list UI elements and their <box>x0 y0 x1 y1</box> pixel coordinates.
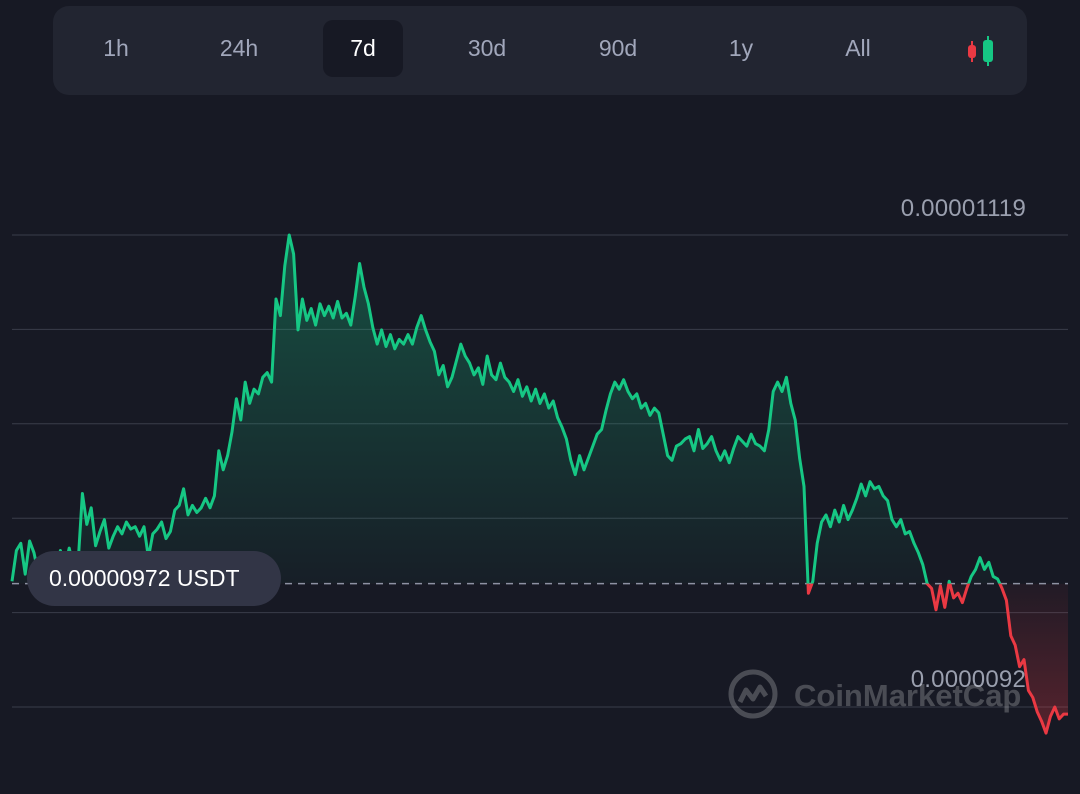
area-fill-above-reference <box>12 235 1000 584</box>
current-price-label: 0.00000972 USDT <box>27 551 281 606</box>
watermark-text: CoinMarketCap <box>794 678 1022 713</box>
coinmarketcap-logo-icon <box>728 669 778 719</box>
y-tick-label-top: 0.00001119 <box>900 195 1026 222</box>
coinmarketcap-watermark: CoinMarketCap <box>726 666 1026 726</box>
